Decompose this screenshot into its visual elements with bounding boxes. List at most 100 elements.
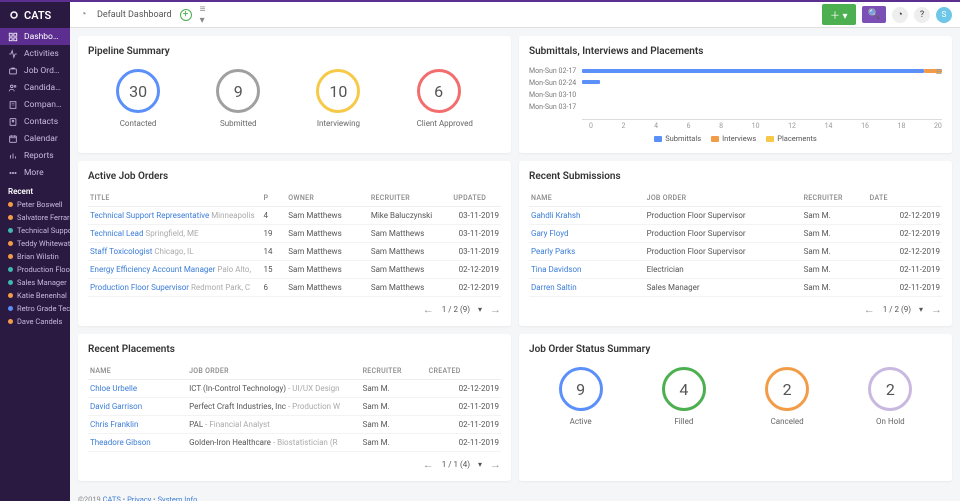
notification-icon[interactable]: ◔ [892, 7, 908, 23]
col-header: NAME [88, 363, 187, 380]
pipeline-title: Pipeline Summary [88, 46, 501, 57]
pager-text[interactable]: 1 / 2 (9) [442, 305, 470, 314]
recent-placements-card: Recent Placements NAMEJOB ORDERRECRUITER… [78, 334, 511, 481]
candidate-name[interactable]: Theadore Gibson [88, 434, 187, 452]
chart-category: Mon-Sun 03-17 [529, 103, 576, 111]
job-title[interactable]: Technical Lead Springfield, ME [88, 225, 261, 243]
search-button[interactable]: 🔍 [862, 6, 886, 23]
nav-candidates[interactable]: Candidates [0, 79, 70, 96]
recent-submissions-pager[interactable]: ← 1 / 2 (9) ▾ → [529, 303, 942, 316]
pager-text[interactable]: 1 / 1 (4) [442, 460, 470, 469]
prev-icon[interactable]: ← [864, 303, 875, 316]
candidate-name[interactable]: Chloe Urbelle [88, 380, 187, 398]
prev-icon[interactable]: ← [423, 458, 434, 471]
col-header: RECRUITER [802, 190, 868, 207]
col-header: DATE [868, 190, 942, 207]
nav-job-orders[interactable]: Job Orders [0, 62, 70, 79]
ring-value: 6 [417, 69, 461, 113]
chart-row [582, 87, 942, 98]
avatar[interactable]: S [936, 7, 952, 23]
chart-row [582, 98, 942, 109]
col-header: UPDATED [451, 190, 501, 207]
contacts-icon [8, 117, 18, 127]
next-icon[interactable]: → [490, 303, 501, 316]
logo[interactable]: CATS [0, 2, 70, 28]
ring-item[interactable]: 10Interviewing [316, 69, 360, 128]
recent-placements-pager[interactable]: ← 1 / 1 (4) ▾ → [88, 458, 501, 471]
chevron-down-icon[interactable]: ▾ [478, 305, 482, 314]
ring-item[interactable]: 2Canceled [765, 367, 809, 426]
job-title[interactable]: Energy Efficiency Account Manager Palo A… [88, 261, 261, 279]
col-header: P [261, 190, 286, 207]
table-row: Technical Lead Springfield, ME19Sam Matt… [88, 225, 501, 243]
nav-companies[interactable]: Companies [0, 96, 70, 113]
candidate-name[interactable]: Darren Saltin [529, 279, 645, 297]
ring-value: 30 [116, 69, 160, 113]
candidate-name[interactable]: Gary Floyd [529, 225, 645, 243]
active-jobs-pager[interactable]: ← 1 / 2 (9) ▾ → [88, 303, 501, 316]
recent-item[interactable]: Brian Wilstin [0, 250, 70, 263]
active-jobs-card: Active Job Orders TITLEPOWNERRECRUITERUP… [78, 161, 511, 326]
ring-item[interactable]: 6Client Approved [417, 69, 473, 128]
col-header: OWNER [286, 190, 369, 207]
ring-item[interactable]: 30Contacted [116, 69, 160, 128]
chart-row [582, 65, 942, 76]
layout-menu-icon[interactable]: ≡ ▾ [200, 9, 211, 20]
candidate-name[interactable]: Chris Franklin [88, 416, 187, 434]
recent-item[interactable]: Sales Manager [0, 276, 70, 289]
recent-item[interactable]: Katie Benenhal [0, 289, 70, 302]
create-button[interactable]: ＋ ▾ [822, 4, 856, 25]
activities-icon [8, 49, 18, 59]
recent-item[interactable]: Teddy Whitewater [0, 237, 70, 250]
candidate-name[interactable]: Pearly Parks [529, 243, 645, 261]
add-widget-button[interactable]: + [180, 9, 192, 21]
table-row: Chloe UrbelleICT (In-Control Technology)… [88, 380, 501, 398]
ring-item[interactable]: 9Submitted [216, 69, 260, 128]
job-title[interactable]: Staff Toxicologist Chicago, IL [88, 243, 261, 261]
chart-category: Mon-Sun 02-17 [529, 67, 576, 75]
candidate-name[interactable]: Tina Davidson [529, 261, 645, 279]
candidate-name[interactable]: David Garrison [88, 398, 187, 416]
chart-row [582, 76, 942, 87]
nav-reports[interactable]: Reports [0, 147, 70, 164]
job-title[interactable]: Production Floor Supervisor Redmont Park… [88, 279, 261, 297]
footer-link-cats[interactable]: CATS [103, 495, 121, 501]
help-icon[interactable]: ? [914, 7, 930, 23]
recent-item[interactable]: Production Floor … [0, 263, 70, 276]
recent-item[interactable]: Salvatore Ferraro [0, 211, 70, 224]
job-title[interactable]: Technical Support Representative Minneap… [88, 207, 261, 225]
gauge-icon[interactable]: ◔ [78, 9, 89, 20]
ring-item[interactable]: 9Active [559, 367, 603, 426]
candidate-name[interactable]: Gahdli Krahsh [529, 207, 645, 225]
ring-item[interactable]: 4Filled [662, 367, 706, 426]
pager-text[interactable]: 1 / 2 (9) [883, 305, 911, 314]
chart-menu-icon[interactable]: ≡ [936, 65, 942, 78]
footer-link-sysinfo[interactable]: System Info [158, 495, 198, 501]
chevron-down-icon[interactable]: ▾ [919, 305, 923, 314]
col-header: TITLE [88, 190, 261, 207]
next-icon[interactable]: → [490, 458, 501, 471]
nav-contacts[interactable]: Contacts [0, 113, 70, 130]
recent-item[interactable]: Retro Grade Techn… [0, 302, 70, 315]
ring-label: Active [559, 417, 603, 426]
nav-more[interactable]: More [0, 164, 70, 181]
nav-activities[interactable]: Activities [0, 45, 70, 62]
table-row: Chris FranklinPAL - Financial AnalystSam… [88, 416, 501, 434]
recent-item[interactable]: Peter Boswell [0, 198, 70, 211]
ring-item[interactable]: 2On Hold [868, 367, 912, 426]
nav-dashboard[interactable]: Dashboard [0, 28, 70, 45]
recent-item[interactable]: Dave Candels [0, 315, 70, 328]
companies-icon [8, 100, 18, 110]
table-row: Energy Efficiency Account Manager Palo A… [88, 261, 501, 279]
recent-item[interactable]: Technical Support … [0, 224, 70, 237]
chevron-down-icon[interactable]: ▾ [478, 460, 482, 469]
ring-label: Canceled [765, 417, 809, 426]
col-header: CREATED [427, 363, 501, 380]
footer-link-privacy[interactable]: Privacy [127, 495, 151, 501]
brand-text: CATS [24, 9, 51, 22]
prev-icon[interactable]: ← [423, 303, 434, 316]
next-icon[interactable]: → [931, 303, 942, 316]
chart-category: Mon-Sun 02-24 [529, 79, 576, 87]
nav-calendar[interactable]: Calendar [0, 130, 70, 147]
active-jobs-table: TITLEPOWNERRECRUITERUPDATEDTechnical Sup… [88, 190, 501, 297]
